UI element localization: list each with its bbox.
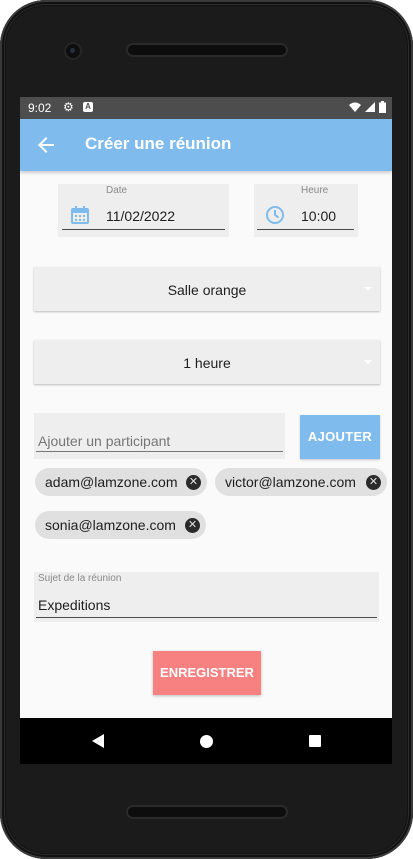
participant-input-box[interactable] [34, 413, 285, 459]
participant-chip: victor@lamzone.com ✕ [215, 468, 387, 496]
a-icon: A [83, 102, 93, 112]
nav-back-icon[interactable] [92, 734, 104, 748]
clock-icon[interactable] [265, 205, 285, 225]
nav-home-icon[interactable] [200, 735, 213, 748]
time-label: Heure [301, 185, 329, 196]
battery-icon [379, 101, 386, 113]
date-field[interactable]: Date 11/02/2022 [58, 184, 229, 237]
participant-chip: sonia@lamzone.com ✕ [35, 511, 206, 539]
save-button[interactable]: ENREGISTRER [153, 651, 261, 695]
participant-input[interactable] [38, 431, 281, 451]
chip-label: adam@lamzone.com [45, 474, 178, 490]
chevron-down-icon [364, 360, 372, 364]
add-participant-button[interactable]: AJOUTER [300, 415, 380, 459]
date-label: Date [106, 185, 128, 196]
subject-field[interactable]: Sujet de la réunion Expeditions [34, 572, 379, 622]
status-time: 9:02 [28, 101, 52, 115]
subject-underline [36, 617, 377, 618]
earpiece-speaker [128, 45, 286, 55]
participant-underline [36, 451, 283, 452]
close-icon[interactable]: ✕ [366, 475, 381, 490]
system-nav-bar [20, 718, 392, 764]
subject-value[interactable]: Expeditions [38, 597, 110, 613]
wifi-icon [349, 102, 361, 112]
time-value[interactable]: 10:00 [301, 208, 336, 224]
signal-icon [365, 102, 375, 112]
app-bar: Créer une réunion [20, 119, 392, 171]
phone-frame: 9:02 ⚙ A Créer une réunion Date 11/02/20… [0, 0, 413, 859]
room-spinner-value: Salle orange [167, 282, 247, 298]
status-bar: 9:02 ⚙ A [20, 97, 392, 119]
status-indicators [349, 101, 386, 113]
date-underline [62, 229, 225, 230]
close-icon[interactable]: ✕ [185, 518, 200, 533]
time-field[interactable]: Heure 10:00 [254, 184, 358, 237]
chip-label: sonia@lamzone.com [45, 517, 176, 533]
duration-spinner[interactable]: 1 heure [34, 340, 380, 384]
room-spinner[interactable]: Salle orange [34, 267, 380, 311]
date-value[interactable]: 11/02/2022 [106, 208, 175, 224]
chevron-down-icon [364, 287, 372, 291]
time-underline [257, 229, 354, 230]
nav-recents-icon[interactable] [309, 735, 321, 747]
front-camera [66, 44, 80, 58]
gear-icon: ⚙ [63, 100, 74, 114]
arrow-back-icon[interactable] [34, 133, 58, 157]
bottom-speaker [128, 807, 286, 817]
duration-spinner-value: 1 heure [183, 355, 231, 371]
participant-chip: adam@lamzone.com ✕ [35, 468, 207, 496]
page-title: Créer une réunion [85, 134, 232, 153]
calendar-icon[interactable] [70, 205, 90, 225]
close-icon[interactable]: ✕ [186, 475, 201, 490]
app-screen: 9:02 ⚙ A Créer une réunion Date 11/02/20… [20, 97, 392, 718]
subject-label: Sujet de la réunion [38, 573, 122, 584]
chip-label: victor@lamzone.com [225, 474, 356, 490]
